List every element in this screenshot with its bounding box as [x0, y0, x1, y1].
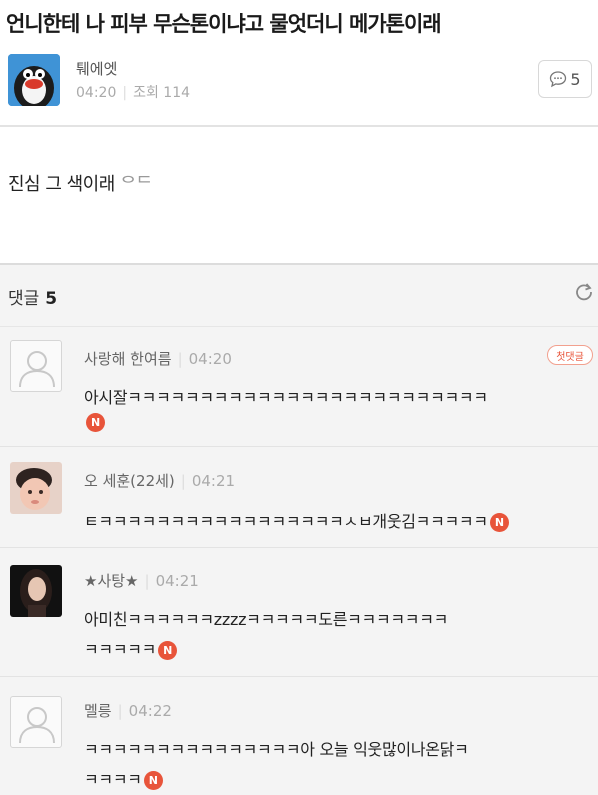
new-badge: N: [143, 771, 163, 790]
default-avatar-icon[interactable]: [10, 340, 62, 392]
penguin-avatar-icon: [8, 54, 60, 106]
comment-time: 04:21: [191, 472, 236, 490]
meta-separator: |: [144, 572, 150, 590]
comment-header: ★사탕★ | 04:21: [84, 570, 199, 591]
meta-separator: |: [180, 472, 186, 490]
post-body-text: 진심 그 색이래: [8, 174, 121, 195]
post-body-emoji: ᄋᄃ: [120, 174, 153, 195]
comment-text: 아미친ㅋㅋㅋㅋㅋㅋzzzzㅋㅋㅋㅋㅋ도른ㅋㅋㅋㅋㅋㅋㅋ: [84, 610, 449, 629]
comments-count: 5: [45, 289, 58, 309]
comment-divider: [0, 446, 598, 447]
meta-separator: |: [122, 85, 128, 101]
post-body: 진심 그 색이래 ᄋᄃ: [8, 170, 153, 196]
comment-divider: [0, 547, 598, 548]
new-badge: N: [86, 413, 105, 432]
comments-label: 댓글: [8, 289, 40, 309]
post-views: 조회 114: [133, 85, 191, 101]
comment-text-line: ㅌㅋㅋㅋㅋㅋㅋㅋㅋㅋㅋㅋㅋㅋㅋㅋㅋㅋㅅㅂ개웃김ㅋㅋㅋㅋㅋ N: [84, 508, 509, 532]
new-badge: N: [158, 641, 178, 660]
comment-header: 사랑해 한여름 | 04:20: [84, 348, 232, 369]
comment-text: 아시잘ㅋㅋㅋㅋㅋㅋㅋㅋㅋㅋㅋㅋㅋㅋㅋㅋㅋㅋㅋㅋㅋㅋㅋㅋㅋ: [84, 388, 488, 407]
header-divider: [0, 125, 598, 127]
comment-text: ㅋㅋㅋㅋㅋㅋㅋㅋㅋㅋㅋㅋㅋㅋㅋ아 오늘 익웃많이나온닭ㅋ: [84, 740, 469, 759]
refresh-icon[interactable]: [574, 282, 594, 302]
meta-separator: |: [117, 702, 123, 720]
comment-author[interactable]: ★사탕★: [84, 572, 139, 590]
comment-count: 5: [570, 69, 581, 89]
comment-author[interactable]: 멜릉: [84, 702, 112, 720]
speech-bubble-icon: [550, 71, 567, 88]
author-avatar[interactable]: [8, 54, 60, 106]
comment-header: 멜릉 | 04:22: [84, 700, 172, 721]
comments-header-divider: [0, 326, 598, 327]
comment-text-line2: ㅋㅋㅋㅋ N: [84, 766, 163, 790]
avatar[interactable]: [10, 565, 62, 617]
meta-separator: |: [177, 350, 183, 368]
comment-header: 오 세훈(22세) | 04:21: [84, 470, 235, 491]
post-meta: 04:20 | 조회 114: [76, 82, 190, 102]
avatar[interactable]: [10, 462, 62, 514]
author-name[interactable]: 퉤에엣: [76, 58, 117, 79]
comment-count-button[interactable]: 5: [538, 60, 592, 98]
post-title: 언니한테 나 피부 무슨톤이냐고 물엇더니 메가톤이래: [6, 12, 442, 36]
comment-text-line2: ㅋㅋㅋㅋㅋ N: [84, 636, 178, 660]
default-avatar-icon[interactable]: [10, 696, 62, 748]
comment-text-cont: ㅋㅋㅋㅋㅋ: [84, 640, 157, 659]
comments-header: 댓글 5: [8, 284, 57, 309]
new-badge: N: [489, 513, 509, 532]
post-time: 04:20: [76, 85, 117, 101]
woman-photo-icon: [10, 565, 62, 617]
comment-time: 04:21: [155, 572, 199, 590]
comment-text-cont: ㅋㅋㅋㅋ: [84, 770, 142, 789]
comment-time: 04:20: [188, 350, 232, 368]
comment-divider: [0, 676, 598, 677]
first-comment-badge: 첫댓글: [547, 345, 593, 365]
comment-author[interactable]: 오 세훈(22세): [84, 472, 175, 490]
comment-text: ㅌㅋㅋㅋㅋㅋㅋㅋㅋㅋㅋㅋㅋㅋㅋㅋㅋㅋㅅㅂ개웃김ㅋㅋㅋㅋㅋ: [84, 512, 488, 531]
baby-photo-icon: [10, 462, 62, 514]
comment-author[interactable]: 사랑해 한여름: [84, 350, 172, 368]
body-divider: [0, 263, 598, 265]
comment-text-line2: N: [84, 412, 105, 432]
comment-time: 04:22: [128, 702, 172, 720]
